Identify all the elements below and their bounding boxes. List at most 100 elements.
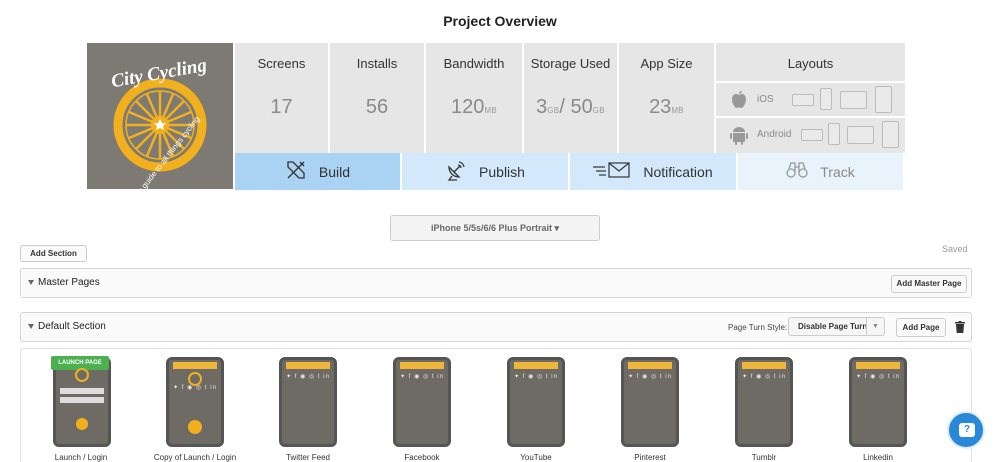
page-turn-style-select[interactable]: Disable Page Turn ▼ [788,317,885,336]
stat-value: 120MB [451,96,497,118]
track-label: Track [820,163,855,180]
stat-bandwidth: Bandwidth 120MB [426,43,524,153]
layout-row-ios[interactable]: iOS [716,81,905,115]
page-thumbnail[interactable]: LAUNCH PAGE [51,356,111,447]
header-strip [173,362,217,369]
page-thumbnail[interactable]: ✦ f ◉ ◎ t in [735,357,793,447]
social-icons: ✦ f ◉ ◎ t in [286,374,330,380]
ipad-landscape-icon[interactable] [840,91,867,109]
avatar [188,420,202,434]
collapse-triangle-icon[interactable] [28,324,34,329]
page-thumbnail[interactable]: ✦ f ◉ ◎ t in [279,357,337,447]
page-label: Linkedin [863,453,893,462]
social-icons: ✦ f ◉ ◎ t in [400,374,444,380]
add-page-button[interactable]: Add Page [896,318,946,337]
stat-label: App Size [640,56,693,71]
track-button[interactable]: Track [738,153,905,190]
add-master-page-button[interactable]: Add Master Page [891,275,967,293]
layouts-label: Layouts [787,56,834,71]
ipad-portrait-icon[interactable] [875,86,892,113]
saved-status: Saved [942,244,968,254]
page-label: Copy of Launch / Login [153,453,237,462]
page-thumbnail[interactable]: ✦ f ◉ ◎ t in [393,357,451,447]
stat-value: 23MB [649,96,684,118]
stat-storage-used: Storage Used 3GB/ 50GB [524,43,619,153]
social-icons: ✦ f ◉ ◎ t in [742,374,786,380]
page-label: YouTube [520,453,552,462]
help-chat-button[interactable]: ? [947,411,985,449]
page-turn-style-label: Page Turn Style: [728,323,788,332]
stat-label: Storage Used [530,56,611,71]
page-label: Pinterest [634,453,666,462]
social-icons: ✦ f ◉ ◎ t in [628,374,672,380]
section-title: Default Section [38,321,106,332]
header-strip [628,362,672,369]
wheel-icon [188,372,202,386]
publish-button[interactable]: Publish [402,153,570,190]
chevron-down-icon: ▼ [866,318,884,335]
username-field [60,388,104,394]
stat-label: Installs [356,56,398,71]
stat-value: 56 [365,96,389,118]
notification-button[interactable]: Notification [570,153,738,190]
android-icon [730,125,748,150]
notification-label: Notification [643,163,713,180]
stat-app-size: App Size 23MB [619,43,716,153]
section-title: Master Pages [38,277,100,288]
page-thumbnail[interactable]: ✦ f ◉ ◎ t in [507,357,565,447]
stat-screens: Screens 17 [235,43,330,153]
header-strip [742,362,786,369]
header-strip [514,362,558,369]
android-phone-portrait-icon[interactable] [828,123,840,145]
app-logo: City Cycling your guide to all things cy… [87,43,233,189]
apple-icon [730,90,748,115]
device-dropdown[interactable]: iPhone 5/5s/6/6 Plus Portrait ▾ [390,215,600,241]
collapse-triangle-icon[interactable] [28,280,34,285]
header-strip [856,362,900,369]
help-question-icon: ? [959,423,975,437]
iphone-landscape-icon[interactable] [792,94,814,106]
binoculars-icon [786,160,808,183]
envelope-icon [593,161,631,182]
page-label: Tumblr [751,453,777,462]
master-pages-section[interactable]: Master Pages Add Master Page [20,268,972,298]
social-icons: ✦ f ◉ ◎ t in [514,374,558,380]
page-label: Twitter Feed [285,453,330,462]
layout-row-android[interactable]: Android [716,116,905,150]
project-overview-panel: City Cycling your guide to all things cy… [87,43,905,190]
android-phone-landscape-icon[interactable] [801,129,823,141]
header-strip [400,362,444,369]
password-field [60,397,104,403]
android-tablet-landscape-icon[interactable] [847,126,874,144]
page-label: Facebook [404,453,440,462]
os-label-ios: iOS [757,94,774,105]
iphone-portrait-icon[interactable] [820,88,832,110]
tools-icon [285,159,307,184]
wheel-icon [75,368,89,382]
satellite-dish-icon [445,159,467,184]
page-thumbnail[interactable]: ✦ f ◉ ◎ t in [849,357,907,447]
default-section[interactable]: Default Section Page Turn Style: Disable… [20,312,972,342]
login-button-icon [76,418,88,430]
stat-installs: Installs 56 [330,43,426,153]
os-label-android: Android [757,129,792,140]
pages-panel: LAUNCH PAGE Launch / Login ✦ f ◉ ◎ t in … [20,348,972,462]
layouts-panel: Layouts iOS Android [716,43,905,153]
publish-label: Publish [479,163,525,180]
social-icons: ✦ f ◉ ◎ t in [856,374,900,380]
page-label: Launch / Login [54,453,108,462]
stat-label: Bandwidth [443,56,505,71]
page-thumbnail[interactable]: ✦ f ◉ ◎ t in [166,357,224,447]
android-tablet-portrait-icon[interactable] [882,121,899,148]
page-thumbnail[interactable]: ✦ f ◉ ◎ t in [621,357,679,447]
add-section-button[interactable]: Add Section [20,245,87,262]
page-title: Project Overview [443,13,557,29]
header-strip [286,362,330,369]
stat-value: 3GB/ 50GB [536,96,605,118]
stat-label: Screens [257,56,306,71]
build-button[interactable]: Build [235,153,402,190]
build-label: Build [318,163,351,180]
trash-icon[interactable] [955,320,965,338]
stat-value: 17 [270,96,293,118]
page-turn-style-value: Disable Page Turn [798,322,868,331]
